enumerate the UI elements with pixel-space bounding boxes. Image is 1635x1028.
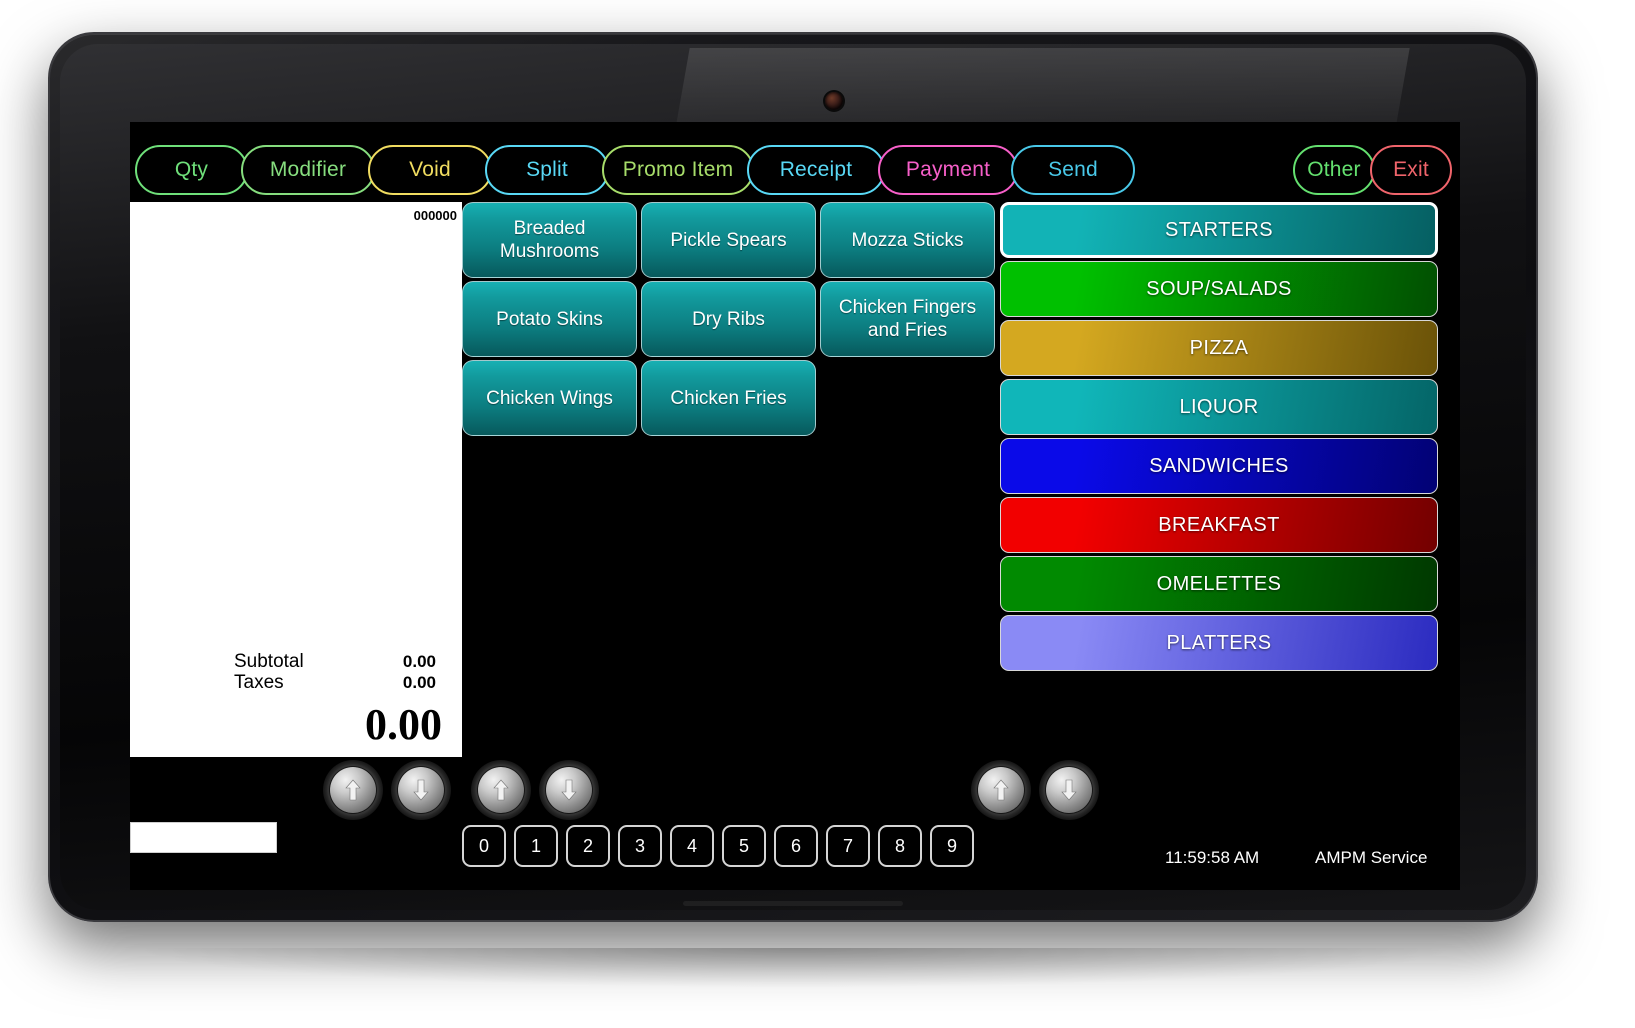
menu-item-button[interactable]: Mozza Sticks (820, 202, 995, 278)
menu-item-button[interactable]: Chicken Fingers and Fries (820, 281, 995, 357)
category-button-omelettes[interactable]: OMELETTES (1000, 556, 1438, 612)
arrow-up-icon (345, 779, 361, 801)
toolbar-button-other[interactable]: Other (1293, 145, 1375, 195)
category-button-breakfast[interactable]: BREAKFAST (1000, 497, 1438, 553)
menu-item-button[interactable]: Chicken Fries (641, 360, 816, 436)
status-user: AMPM Service (1315, 848, 1428, 867)
items-scroll-down[interactable] (539, 760, 599, 820)
menu-item-button[interactable]: Potato Skins (462, 281, 637, 357)
grand-total-amount: 0.00 (365, 700, 442, 749)
toolbar-button-receipt[interactable]: Receipt (747, 145, 885, 195)
order-reference: 000000 (413, 208, 457, 223)
totals-rows: Subtotal 0.00 Taxes 0.00 (130, 651, 462, 693)
total-row: Taxes 0.00 (130, 672, 462, 693)
category-button-liquor[interactable]: LIQUOR (1000, 379, 1438, 435)
toolbar-button-void[interactable]: Void (368, 145, 492, 195)
status-clock: 11:59:58 AM (1165, 848, 1260, 867)
menu-item-button[interactable]: Breaded Mushrooms (462, 202, 637, 278)
toolbar-button-payment[interactable]: Payment (878, 145, 1018, 195)
order-scroll-up[interactable] (323, 760, 383, 820)
category-button-platters[interactable]: PLATTERS (1000, 615, 1438, 671)
arrow-down-icon (561, 779, 577, 801)
total-value: 0.00 (402, 652, 436, 671)
device-shadow (130, 948, 1460, 988)
toolbar-button-send[interactable]: Send (1011, 145, 1135, 195)
menu-item-button[interactable]: Chicken Wings (462, 360, 637, 436)
total-row: Subtotal 0.00 (130, 651, 462, 672)
menu-item-button[interactable]: Dry Ribs (641, 281, 816, 357)
items-scroll-up[interactable] (471, 760, 531, 820)
order-scroll-down[interactable] (391, 760, 451, 820)
arrow-down-icon (413, 779, 429, 801)
arrow-up-icon (993, 779, 1009, 801)
toolbar-button-modifier[interactable]: Modifier (241, 145, 375, 195)
category-button-pizza[interactable]: PIZZA (1000, 320, 1438, 376)
toolbar-button-qty[interactable]: Qty (135, 145, 248, 195)
pos-screen: Qty Modifier Void Split Promo Item Receipt Pay… (130, 122, 1460, 890)
bezel-chin (683, 901, 903, 906)
order-receipt-panel[interactable]: 000000 Subtotal 0.00 Taxes 0.00 0.00 (130, 202, 462, 757)
total-label: Taxes (234, 672, 284, 693)
total-value: 0.00 (402, 673, 436, 692)
category-button-soup-salads[interactable]: SOUP/SALADS (1000, 261, 1438, 317)
menu-item-button[interactable]: Pickle Spears (641, 202, 816, 278)
total-label: Subtotal (234, 651, 304, 672)
top-toolbar: Qty Modifier Void Split Promo Item Receipt Pay… (130, 145, 1460, 195)
status-bar: 11:59:58 AM AMPM Service (130, 848, 1460, 872)
toolbar-button-split[interactable]: Split (485, 145, 609, 195)
front-camera-icon (825, 92, 843, 110)
category-button-sandwiches[interactable]: SANDWICHES (1000, 438, 1438, 494)
order-line-list[interactable] (130, 230, 462, 647)
toolbar-button-promo-item[interactable]: Promo Item (602, 145, 754, 195)
toolbar-button-exit[interactable]: Exit (1370, 145, 1452, 195)
category-scroll-down[interactable] (1039, 760, 1099, 820)
tablet-device: Qty Modifier Void Split Promo Item Receipt Pay… (48, 32, 1538, 922)
category-scroll-up[interactable] (971, 760, 1031, 820)
arrow-down-icon (1061, 779, 1077, 801)
arrow-up-icon (493, 779, 509, 801)
category-button-starters[interactable]: STARTERS (1000, 202, 1438, 258)
order-totals: Subtotal 0.00 Taxes 0.00 0.00 (130, 651, 462, 751)
